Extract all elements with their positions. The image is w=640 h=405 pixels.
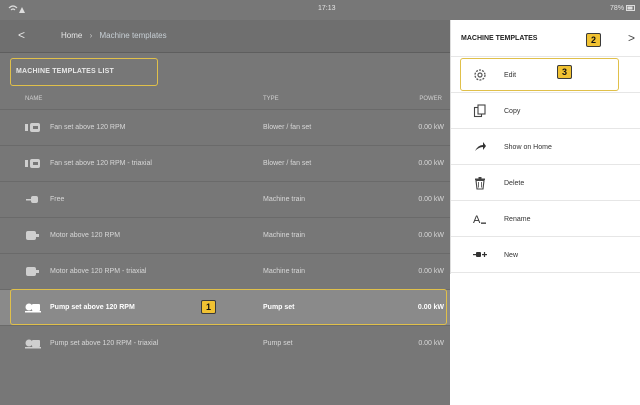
table-row[interactable]: Motor above 120 RPM Machine train 0.00 k… [0,217,450,253]
table-row[interactable]: Free Machine train 0.00 kW [0,181,450,217]
free-machine-icon [25,194,41,205]
row-type: Pump set [263,340,293,347]
panel-title: MACHINE TEMPLATES [461,35,538,42]
menu-item-label: Show on Home [504,144,552,151]
menu-item-label: New [504,252,519,259]
table-row[interactable]: Motor above 120 RPM - triaxial Machine t… [0,253,450,289]
svg-text:A: A [473,214,481,226]
battery-indicator: 78% [610,5,636,12]
clock: 17:13 [318,5,336,12]
list-title: MACHINE TEMPLATES LIST [16,68,114,75]
row-type: Blower / fan set [263,124,312,131]
menu-item-copy[interactable]: Copy [451,93,640,129]
callout-badge-1: 1 [201,300,216,314]
pump-set-icon [25,338,41,349]
table-row[interactable]: Fan set above 120 RPM Blower / fan set 0… [0,109,450,145]
menu-item-show-on-home[interactable]: Show on Home [451,129,640,165]
menu-item-rename[interactable]: A Rename [451,201,640,237]
column-power[interactable]: POWER [419,96,442,102]
row-power: 0.00 kW [418,160,444,167]
breadcrumb: Home › Machine templates [61,31,167,40]
row-power: 0.00 kW [418,232,444,239]
row-type: Blower / fan set [263,160,312,167]
callout-badge-2: 2 [586,33,601,47]
templates-list-area: MACHINE TEMPLATES LIST NAME TYPE POWER F… [0,53,450,405]
fan-set-icon [25,158,41,169]
edit-highlight [460,58,619,91]
copy-icon [473,104,487,118]
row-power: 0.00 kW [418,196,444,203]
motor-icon [25,266,41,277]
row-type: Machine train [263,196,306,203]
column-type[interactable]: TYPE [263,96,279,102]
menu-item-new[interactable]: New [451,237,640,273]
row-name: Motor above 120 RPM [50,232,121,239]
selected-row-highlight [10,289,447,325]
row-name: Free [50,196,65,203]
row-name: Motor above 120 RPM - triaxial [50,268,147,275]
breadcrumb-home[interactable]: Home [61,31,82,40]
column-name[interactable]: NAME [25,96,42,102]
status-bar: 17:13 78% [0,0,640,20]
table-row[interactable]: Fan set above 120 RPM - triaxial Blower … [0,145,450,181]
menu-item-label: Copy [504,108,521,115]
rename-icon: A [473,212,487,226]
table-row[interactable]: Pump set above 120 RPM - triaxial Pump s… [0,325,450,361]
wifi-icon [8,4,26,16]
back-button[interactable]: < [18,28,25,42]
new-machine-icon [473,248,487,262]
menu-item-label: Rename [504,216,531,223]
breadcrumb-current: Machine templates [99,31,167,40]
row-name: Fan set above 120 RPM - triaxial [50,160,152,167]
row-name: Fan set above 120 RPM [50,124,126,131]
menu-item-label: Delete [504,180,525,187]
trash-icon [473,176,487,190]
arrow-icon [473,140,487,154]
row-type: Machine train [263,268,306,275]
row-power: 0.00 kW [418,268,444,275]
row-type: Machine train [263,232,306,239]
menu-item-delete[interactable]: Delete [451,165,640,201]
row-power: 0.00 kW [418,124,444,131]
breadcrumb-separator: › [89,31,93,40]
table-header: NAME TYPE POWER [0,90,450,109]
panel-header: MACHINE TEMPLATES > [451,20,640,57]
callout-badge-3: 3 [557,65,572,79]
row-name: Pump set above 120 RPM - triaxial [50,340,159,347]
panel-collapse-button[interactable]: > [628,31,635,45]
motor-icon [25,230,41,241]
fan-set-icon [25,122,41,133]
row-power: 0.00 kW [418,340,444,347]
nav-bar: < Home › Machine templates [0,20,450,53]
